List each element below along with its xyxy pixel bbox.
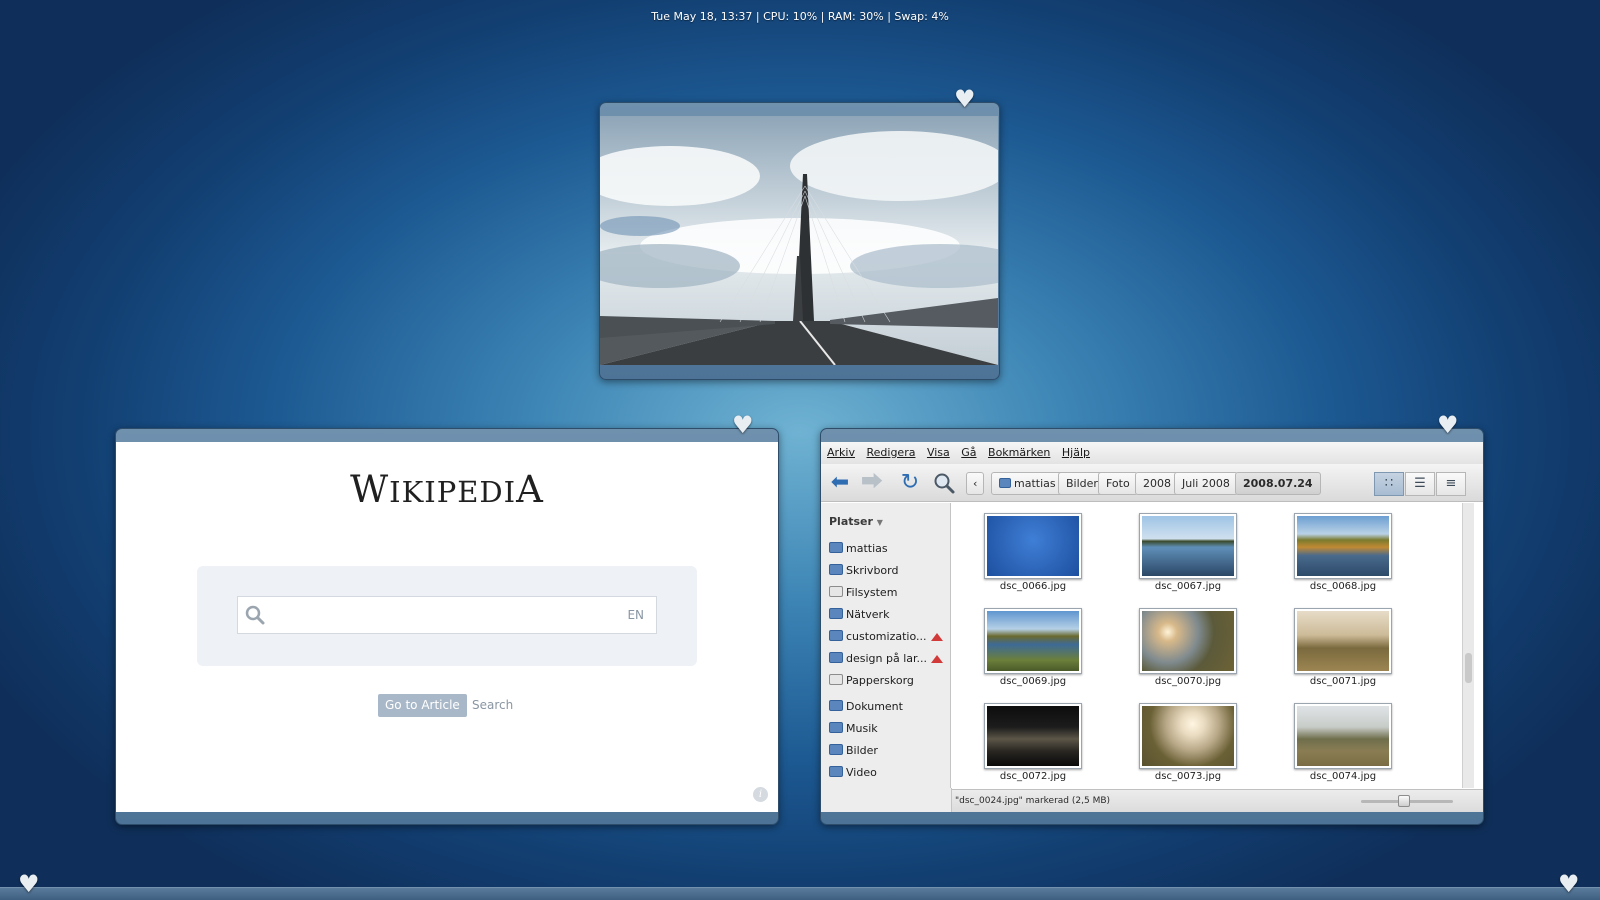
system-status-bar: Tue May 18, 13:37 | CPU: 10% | RAM: 30% …: [651, 10, 949, 23]
compact-view-icon[interactable]: ≡: [1436, 472, 1466, 496]
go-to-article-button[interactable]: Go to Article: [378, 694, 467, 717]
file-thumbnail: [984, 608, 1082, 674]
breadcrumb-juli-2008[interactable]: Juli 2008: [1174, 472, 1238, 495]
sidebar-item-design[interactable]: design på lar...: [829, 649, 927, 669]
photo-widget[interactable]: ♥: [599, 87, 1000, 380]
pictures-folder-icon: [829, 744, 843, 755]
sidebar-item-customization[interactable]: customizatio...: [829, 627, 926, 647]
status-bar: "dsc_0024.jpg" markerad (2,5 MB): [952, 789, 1483, 812]
breadcrumb-current[interactable]: 2008.07.24: [1235, 472, 1321, 495]
info-icon[interactable]: i: [753, 787, 768, 802]
file-thumbnail: [1294, 513, 1392, 579]
file-thumbnail: [984, 513, 1082, 579]
sidebar-item-mattias[interactable]: mattias: [829, 539, 888, 559]
desktop-icon: [829, 564, 843, 575]
sidebar-item-dokument[interactable]: Dokument: [829, 697, 903, 717]
menu-bar: Arkiv Redigera Visa Gå Bokmärken Hjälp: [821, 442, 1483, 464]
file-thumbnail: [1139, 703, 1237, 769]
search-button[interactable]: Search: [472, 694, 513, 717]
zoom-slider-handle[interactable]: [1398, 795, 1410, 807]
sidebar-item-skrivbord[interactable]: Skrivbord: [829, 561, 898, 581]
network-drive-icon: [829, 630, 843, 641]
file-manager-window: Arkiv Redigera Visa Gå Bokmärken Hjälp ⬅…: [821, 442, 1483, 812]
video-folder-icon: [829, 766, 843, 777]
file-thumbnail: [984, 703, 1082, 769]
menu-visa[interactable]: Visa: [927, 442, 950, 464]
home-folder-icon: [999, 478, 1011, 488]
places-sidebar: Platser ▼ mattias Skrivbord Filsystem Nä…: [821, 503, 951, 788]
heart-icon[interactable]: ♥: [732, 413, 754, 437]
eject-icon[interactable]: [931, 655, 943, 663]
bottom-panel: [0, 887, 1600, 900]
scrollbar-thumb[interactable]: [1465, 653, 1472, 683]
sidebar-footer: [821, 788, 952, 812]
file-item[interactable]: dsc_0071.jpg: [1287, 598, 1397, 687]
file-thumbnail: [1139, 608, 1237, 674]
heart-icon[interactable]: ♥: [1437, 413, 1459, 437]
filesystem-icon: [829, 586, 843, 597]
icon-view-icon[interactable]: ∷: [1374, 472, 1404, 496]
sidebar-item-bilder[interactable]: Bilder: [829, 741, 878, 761]
menu-ga[interactable]: Gå: [961, 442, 976, 464]
heart-icon[interactable]: ♥: [18, 872, 40, 896]
search-input[interactable]: EN: [237, 596, 657, 634]
breadcrumb-left-arrow[interactable]: ‹: [966, 472, 985, 495]
home-folder-icon: [829, 542, 843, 553]
file-item[interactable]: dsc_0070.jpg: [1132, 598, 1242, 687]
eject-icon[interactable]: [931, 633, 943, 641]
language-selector[interactable]: EN: [627, 608, 644, 622]
search-icon: [245, 605, 265, 625]
list-view-icon[interactable]: ☰: [1405, 472, 1435, 496]
file-thumbnail: [1294, 608, 1392, 674]
network-icon: [829, 608, 843, 619]
forward-arrow-icon[interactable]: ⮕: [859, 470, 885, 496]
search-area: EN: [197, 566, 697, 666]
menu-hjalp[interactable]: Hjälp: [1062, 442, 1090, 464]
network-drive-icon: [829, 652, 843, 663]
file-thumbnail: [1139, 513, 1237, 579]
file-item[interactable]: dsc_0069.jpg: [977, 598, 1087, 687]
wikipedia-widget[interactable]: WIKIPEDIA EN Go to Article Search i ♥: [115, 413, 779, 825]
file-item[interactable]: dsc_0074.jpg: [1287, 693, 1397, 782]
menu-arkiv[interactable]: Arkiv: [827, 442, 855, 464]
file-manager-widget[interactable]: Arkiv Redigera Visa Gå Bokmärken Hjälp ⬅…: [820, 413, 1484, 825]
music-folder-icon: [829, 722, 843, 733]
back-arrow-icon[interactable]: ⬅: [827, 470, 853, 496]
sidebar-item-papperskorg[interactable]: Papperskorg: [829, 671, 914, 691]
wikipedia-content: WIKIPEDIA EN Go to Article Search i: [116, 442, 778, 812]
folder-icon: [829, 700, 843, 711]
file-item[interactable]: dsc_0068.jpg: [1287, 503, 1397, 592]
file-item[interactable]: dsc_0067.jpg: [1132, 503, 1242, 592]
heart-icon[interactable]: ♥: [1558, 872, 1580, 896]
toolbar: ⬅ ⮕ ↻ ‹ mattias Bilder Foto 2008 Juli 20…: [821, 464, 1483, 502]
file-thumbnail: [1294, 703, 1392, 769]
file-grid: dsc_0066.jpg dsc_0067.jpg dsc_0068.jpg d…: [952, 503, 1461, 788]
breadcrumb-foto[interactable]: Foto: [1098, 472, 1138, 495]
wikipedia-logo: WIKIPEDIA: [350, 468, 544, 511]
sidebar-item-filsystem[interactable]: Filsystem: [829, 583, 897, 603]
reload-icon[interactable]: ↻: [897, 470, 923, 496]
sidebar-item-video[interactable]: Video: [829, 763, 877, 783]
bridge-photo: [600, 116, 998, 365]
status-text: "dsc_0024.jpg" markerad (2,5 MB): [955, 796, 1111, 806]
file-item[interactable]: dsc_0072.jpg: [977, 693, 1087, 782]
sidebar-item-natverk[interactable]: Nätverk: [829, 605, 889, 625]
breadcrumb-home[interactable]: mattias: [991, 472, 1064, 495]
file-item[interactable]: dsc_0073.jpg: [1132, 693, 1242, 782]
menu-bokmarken[interactable]: Bokmärken: [988, 442, 1050, 464]
chevron-down-icon: ▼: [876, 518, 883, 527]
sidebar-header[interactable]: Platser ▼: [829, 515, 883, 528]
vertical-scrollbar[interactable]: [1462, 503, 1474, 788]
heart-icon[interactable]: ♥: [954, 87, 976, 111]
breadcrumb-2008[interactable]: 2008: [1135, 472, 1179, 495]
file-item[interactable]: dsc_0066.jpg: [977, 503, 1087, 592]
search-icon[interactable]: [931, 470, 957, 496]
sidebar-item-musik[interactable]: Musik: [829, 719, 878, 739]
trash-icon: [829, 674, 843, 685]
menu-redigera[interactable]: Redigera: [866, 442, 915, 464]
